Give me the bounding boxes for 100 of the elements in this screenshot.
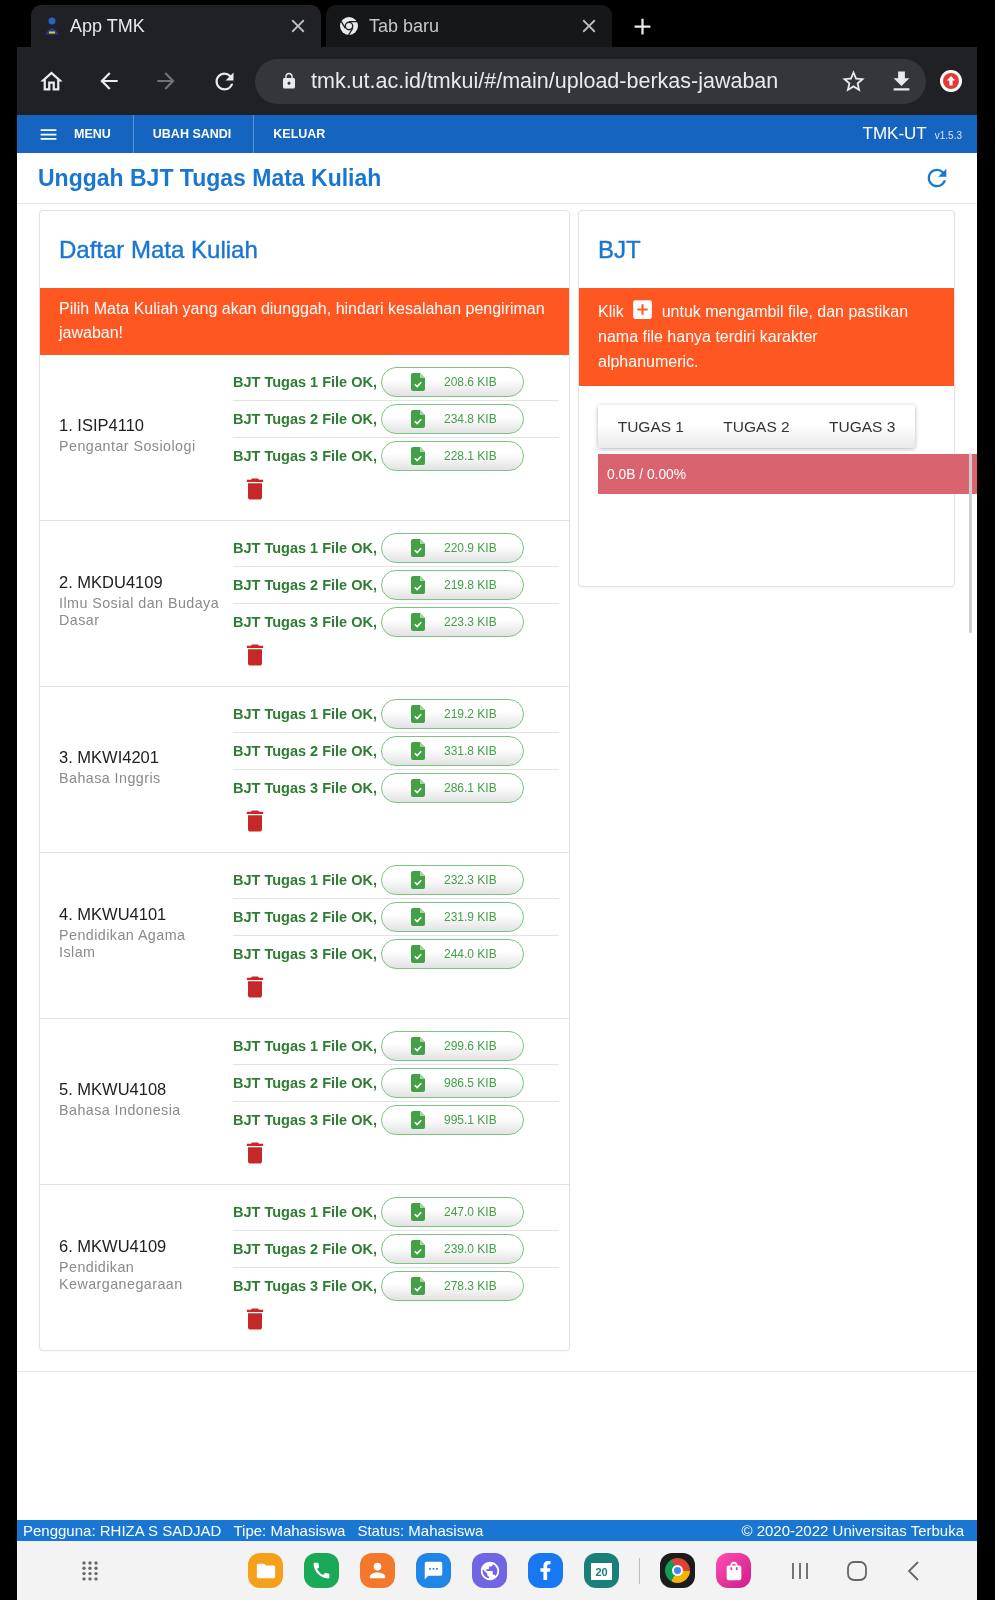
phone-app-icon[interactable]	[304, 1553, 339, 1588]
course-code: 5. MKWU4108	[59, 1078, 168, 1100]
file-status: BJT Tugas 1 File OK,	[233, 1204, 378, 1220]
browser-logo-app-icon[interactable]	[660, 1553, 695, 1588]
recent-apps-icon[interactable]	[790, 1560, 810, 1581]
file-check-icon	[411, 742, 425, 760]
notice-text: Pilih Mata Kuliah yang akan diunggah, hindari kesalahan pengiriman jawaban!	[59, 300, 545, 341]
progress-reading: 0.0B / 0.00%	[607, 466, 686, 482]
calendar-app-icon[interactable]: 20	[584, 1553, 619, 1588]
course-code: 1. ISIP4110	[59, 414, 145, 436]
file-check-icon	[411, 871, 425, 889]
file-size-button[interactable]: 986.5 KIB	[381, 1068, 524, 1098]
file-status: BJT Tugas 1 File OK,	[233, 706, 378, 722]
file-check-icon	[411, 576, 425, 594]
file-check-icon	[411, 1277, 425, 1295]
course-name: Ilmu Sosial dan Budaya Dasar	[59, 595, 221, 629]
contacts-app-icon[interactable]	[360, 1553, 395, 1588]
page-title: Unggah BJT Tugas Mata Kuliah	[38, 164, 382, 192]
file-status: BJT Tugas 2 File OK,	[233, 743, 378, 759]
file-status: BJT Tugas 1 File OK,	[233, 540, 378, 556]
course-name: Bahasa Inggris	[59, 769, 162, 787]
upload-arrow-icon[interactable]	[940, 70, 962, 92]
status-text: Tipe: Mahasiswa	[233, 1522, 346, 1539]
app-name: TMK-UT	[862, 124, 927, 144]
file-size-button[interactable]: 220.9 KIB	[381, 533, 524, 563]
card-title: BJT	[598, 235, 641, 264]
back-icon[interactable]	[907, 1560, 919, 1581]
browser-tab[interactable]: Tab baru	[326, 5, 612, 47]
file-size-button[interactable]: 331.8 KIB	[381, 736, 524, 766]
course-code: 6. MKWU4109	[59, 1236, 168, 1257]
file-status: BJT Tugas 2 File OK,	[233, 909, 378, 925]
status-text: Pengguna: RHIZA S SADJAD	[23, 1522, 222, 1539]
shopping-bag-app-icon[interactable]	[716, 1553, 751, 1588]
file-size-button[interactable]: 223.3 KIB	[381, 607, 524, 637]
file-size-button[interactable]: 247.0 KIB	[381, 1197, 524, 1227]
messages-app-icon[interactable]	[416, 1553, 451, 1588]
file-size-button[interactable]: 239.0 KIB	[381, 1234, 524, 1264]
file-status: BJT Tugas 3 File OK,	[233, 946, 378, 962]
course-code: 3. MKWI4201	[59, 746, 160, 768]
file-size-button[interactable]: 208.6 KIB	[381, 367, 524, 397]
course-code: 2. MKDU4109	[59, 572, 164, 593]
url-field[interactable]: tmk.ut.ac.id/tmkui/#/main/upload-berkas-jawaban	[255, 58, 926, 104]
file-size-button[interactable]: 228.1 KIB	[381, 441, 524, 471]
file-status: BJT Tugas 2 File OK,	[233, 1075, 378, 1091]
course-name: Pendidikan Agama Islam	[59, 927, 187, 961]
file-size-button[interactable]: 995.1 KIB	[381, 1105, 524, 1135]
status-text: Status: Mahasiswa	[357, 1522, 484, 1539]
file-check-icon	[411, 1111, 425, 1129]
file-size-button[interactable]: 278.3 KIB	[381, 1271, 524, 1301]
file-status: BJT Tugas 1 File OK,	[233, 1038, 378, 1054]
notice-text: Klik untuk mengambil file, dan pastikan nama file hanya terdiri karakter alphanumeric.	[598, 297, 914, 374]
card-title: Daftar Mata Kuliah	[59, 235, 258, 264]
version-label: v1.5.3	[934, 130, 962, 141]
file-status: BJT Tugas 2 File OK,	[233, 577, 378, 593]
file-status: BJT Tugas 3 File OK,	[233, 1278, 378, 1294]
apps-grid-icon[interactable]	[81, 1559, 99, 1582]
file-status: BJT Tugas 1 File OK,	[233, 374, 378, 390]
file-check-icon	[411, 373, 425, 391]
file-size-button[interactable]: 286.1 KIB	[381, 773, 524, 803]
file-check-icon	[411, 779, 425, 797]
file-check-icon	[411, 539, 425, 557]
course-name: Pengantar Sosiologi	[59, 437, 197, 455]
person-icon	[45, 17, 59, 35]
file-check-icon	[411, 1240, 425, 1258]
course-code: 4. MKWU4101	[59, 904, 168, 925]
file-status: BJT Tugas 3 File OK,	[233, 448, 378, 464]
file-size-button[interactable]: 219.2 KIB	[381, 699, 524, 729]
file-size-button[interactable]: 244.0 KIB	[381, 939, 524, 969]
file-size-button[interactable]: 299.6 KIB	[381, 1031, 524, 1061]
file-check-icon	[411, 1074, 425, 1092]
file-size-button[interactable]: 219.8 KIB	[381, 570, 524, 600]
file-status: BJT Tugas 3 File OK,	[233, 1112, 378, 1128]
file-check-icon	[411, 447, 425, 465]
assignment-tab[interactable]: TUGAS 2	[703, 405, 810, 448]
file-size-button[interactable]: 231.9 KIB	[381, 902, 524, 932]
nav-link[interactable]: KELUAR	[254, 115, 348, 153]
file-size-button[interactable]: 234.8 KIB	[381, 404, 524, 434]
browser-tab[interactable]: App TMK	[31, 5, 321, 47]
nav-link[interactable]: UBAH SANDI	[133, 115, 255, 153]
course-name: Pendidikan Kewarganegaraan	[59, 1259, 184, 1293]
file-check-icon	[411, 945, 425, 963]
assignment-tab[interactable]: TUGAS 1	[598, 405, 704, 448]
social-app-icon[interactable]	[528, 1553, 563, 1588]
file-status: BJT Tugas 1 File OK,	[233, 872, 378, 888]
menu-button[interactable]: MENU	[17, 115, 134, 153]
file-status: BJT Tugas 2 File OK,	[233, 411, 378, 427]
copyright-text: © 2020-2022 Universitas Terbuka	[741, 1522, 964, 1539]
file-check-icon	[411, 410, 425, 428]
file-status: BJT Tugas 3 File OK,	[233, 614, 378, 630]
lock-icon	[280, 72, 298, 90]
file-status: BJT Tugas 3 File OK,	[233, 780, 378, 796]
file-check-icon	[411, 1203, 425, 1221]
course-name: Bahasa Indonesia	[59, 1101, 182, 1119]
file-size-button[interactable]: 232.3 KIB	[381, 865, 524, 895]
browser-logo-icon	[340, 17, 358, 35]
assignment-tab[interactable]: TUGAS 3	[809, 405, 915, 448]
file-status: BJT Tugas 2 File OK,	[233, 1241, 378, 1257]
file-check-icon	[411, 613, 425, 631]
file-check-icon	[411, 908, 425, 926]
globe-app-icon[interactable]	[472, 1553, 507, 1588]
